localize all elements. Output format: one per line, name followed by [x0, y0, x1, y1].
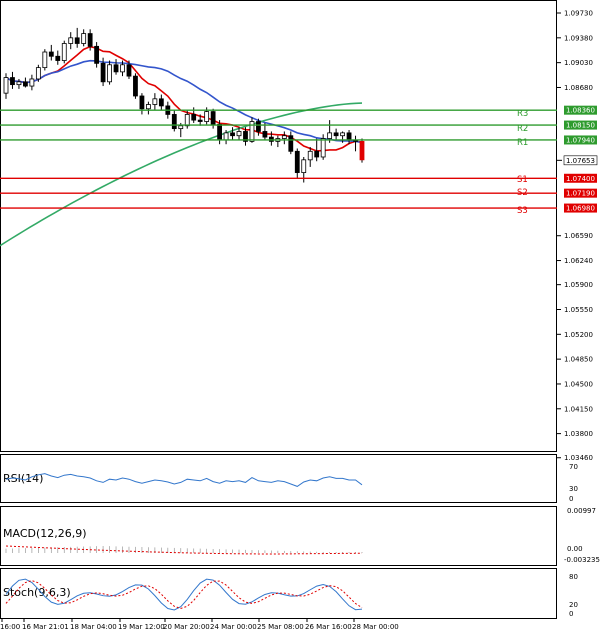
x-axis-label: 20 Mar 20:00 [163, 623, 210, 631]
rsi-axis-70: 70 [569, 463, 578, 471]
candle [35, 64, 41, 82]
x-axis-label: 25 Mar 08:00 [257, 623, 304, 631]
level-badge-label: 1.06980 [566, 205, 595, 213]
x-axis-label: 28 Mar 00:00 [352, 623, 399, 631]
level-badge-label: 1.07940 [566, 136, 595, 144]
macd-axis-zero: 0.00 [567, 545, 583, 553]
stoch-axis-0: 0 [569, 610, 573, 618]
level-badge-label: 1.08360 [566, 107, 595, 115]
level-badge-label: 1.07400 [566, 175, 595, 183]
x-axis-label: 18 Mar 04:00 [70, 623, 117, 631]
level-name-r2: R2 [517, 124, 528, 134]
price-tick-label: 1.06590 [564, 232, 593, 240]
price-tick-label: 1.04150 [564, 405, 593, 413]
macd-axis-top: 0.00997 [567, 507, 596, 515]
level-name-r3: R3 [517, 109, 528, 119]
level-badge-label: 1.07190 [566, 190, 595, 198]
level-name-s2: S2 [517, 188, 528, 198]
price-tick-label: 1.03460 [564, 454, 593, 462]
rsi-axis-30: 30 [569, 485, 578, 493]
price-tick-label: 1.09030 [564, 59, 593, 67]
x-axis-label: 26 Mar 16:00 [305, 623, 352, 631]
price-tick-label: 1.06240 [564, 257, 593, 265]
candle [61, 40, 67, 64]
candle [133, 73, 138, 99]
price-tick-label: 1.04500 [564, 380, 593, 388]
price-tick-label: 1.05900 [564, 281, 593, 289]
price-tick-label: 1.08680 [564, 84, 593, 92]
x-axis-label: 16:00 [0, 623, 20, 631]
current-price-label: 1.07653 [566, 157, 595, 165]
price-chart: R3 1.08360 R2 1.08150 R1 1.07940 S1 1.07400 S2 1.… [0, 0, 600, 631]
candle [359, 138, 365, 163]
macd-title: MACD(12,26,9) [3, 527, 87, 540]
level-name-s3: S3 [517, 206, 528, 216]
x-axis-label: 24 Mar 00:00 [210, 623, 257, 631]
macd-axis-bottom: -0.003235 [564, 556, 600, 564]
price-tick-label: 1.03800 [564, 430, 593, 438]
level-name-r1: R1 [517, 138, 528, 148]
rsi-panel-frame [0, 454, 557, 503]
rsi-axis-0: 0 [569, 495, 573, 503]
level-name-s1: S1 [517, 175, 528, 185]
price-tick-label: 1.05550 [564, 306, 593, 314]
candle [42, 49, 48, 71]
stoch-axis-80: 80 [569, 573, 578, 581]
x-axis-label: 19 Mar 12:00 [118, 623, 165, 631]
main-panel-frame [0, 0, 557, 452]
x-axis-label: 16 Mar 21:01 [22, 623, 69, 631]
stoch-axis-20: 20 [569, 601, 578, 609]
price-tick-label: 1.04850 [564, 356, 593, 364]
price-tick-label: 1.09730 [564, 10, 593, 18]
level-badge-label: 1.08150 [566, 122, 595, 130]
price-tick-label: 1.05200 [564, 331, 593, 339]
price-tick-label: 1.09380 [564, 34, 593, 42]
